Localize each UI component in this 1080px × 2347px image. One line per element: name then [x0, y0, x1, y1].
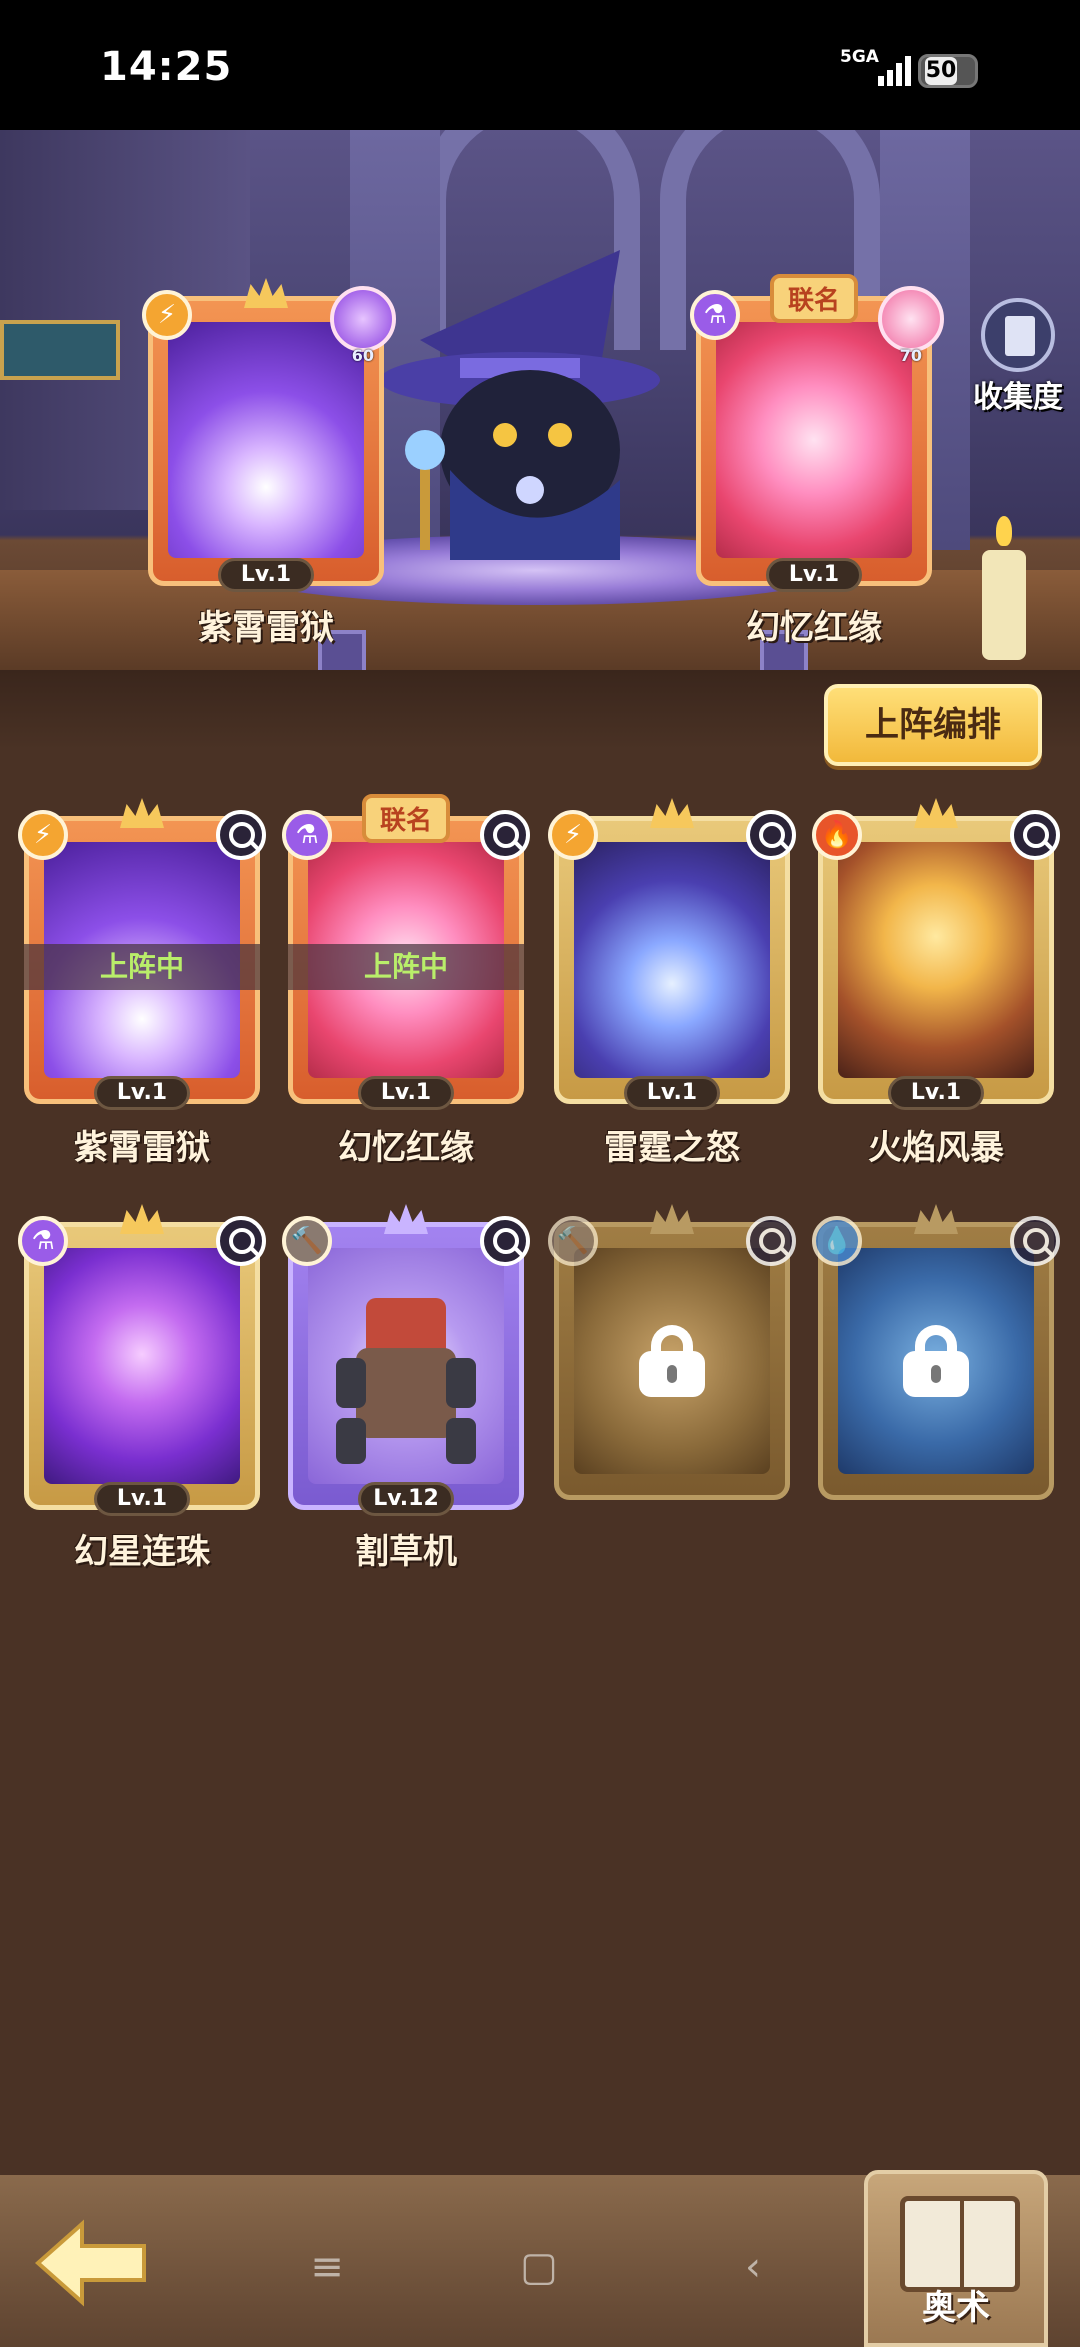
card-name: 雷霆之怒	[604, 1128, 740, 1168]
arcane-button[interactable]: 奥术	[864, 2170, 1048, 2347]
lightning-icon: ⚡	[18, 810, 68, 860]
magnifier-icon[interactable]	[1010, 1216, 1060, 1266]
hammer-icon: 🔨	[282, 1216, 332, 1266]
back-arrow-icon[interactable]	[32, 2218, 152, 2308]
card-slot-3[interactable]: ⚡ Lv.1	[548, 798, 796, 1110]
card-name: 紫霄雷狱	[74, 1128, 210, 1168]
card-slot-2[interactable]: 上阵中 联名 ⚗ Lv.1	[282, 794, 530, 1110]
card-level: Lv.1	[766, 558, 862, 592]
skill-badge	[330, 286, 396, 352]
hammer-icon: 🔨	[548, 1216, 598, 1266]
home-square-icon[interactable]: ▢	[514, 2242, 564, 2292]
collection-label: 收集度	[973, 380, 1063, 415]
wizard-cat	[380, 250, 660, 560]
card-slot-7-locked[interactable]: 🔨	[548, 1204, 796, 1500]
magnifier-icon[interactable]	[480, 1216, 530, 1266]
power-value: 70	[899, 346, 922, 365]
power-value: 60	[351, 346, 374, 365]
card-art-thunder-cloud	[574, 842, 770, 1078]
card-slot-1[interactable]: 上阵中 ⚡ Lv.1	[18, 798, 266, 1110]
equipped-name-2: 幻忆红缘	[746, 608, 882, 648]
card-level: Lv.1	[94, 1482, 190, 1516]
card-art-star-orbs	[44, 1248, 240, 1484]
collection-book-icon	[981, 298, 1055, 372]
lock-icon	[903, 1325, 969, 1397]
battery-level: 50	[925, 57, 957, 85]
card-level: Lv.12	[358, 1482, 454, 1516]
fire-icon: 🔥	[812, 810, 862, 860]
card-slot-4[interactable]: 🔥 Lv.1	[812, 798, 1060, 1110]
equipped-card-1[interactable]: ⚡ 60 Lv.1	[142, 278, 396, 592]
collab-tag: 联名	[769, 274, 859, 323]
water-drop-icon: 💧	[812, 1216, 862, 1266]
potion-icon: ⚗	[690, 290, 740, 340]
lawnmower-figure	[336, 1298, 476, 1464]
potion-icon: ⚗	[18, 1216, 68, 1266]
card-name: 火焰风暴	[868, 1128, 1004, 1168]
book-stack	[0, 320, 120, 380]
lock-icon	[639, 1325, 705, 1397]
clock: 14:25	[100, 44, 233, 90]
status-bar: 14:25 5GA 50	[0, 0, 1080, 130]
magnifier-icon[interactable]	[1010, 810, 1060, 860]
card-slot-8-locked[interactable]: 💧	[812, 1204, 1060, 1500]
card-level: Lv.1	[888, 1076, 984, 1110]
card-name: 割草机	[355, 1532, 457, 1572]
card-level: Lv.1	[94, 1076, 190, 1110]
spellbook-icon	[900, 2196, 1020, 2292]
menu-icon[interactable]: ≡	[302, 2242, 352, 2292]
card-art-lightning	[168, 322, 364, 558]
card-art-fox	[716, 322, 912, 558]
deployed-status: 上阵中	[24, 944, 260, 990]
equipped-card-2[interactable]: 联名 ⚗ 70 Lv.1	[690, 274, 944, 592]
card-level: Lv.1	[218, 558, 314, 592]
magnifier-icon[interactable]	[216, 810, 266, 860]
card-slot-5[interactable]: ⚗ Lv.1	[18, 1204, 266, 1516]
magnifier-icon[interactable]	[746, 1216, 796, 1266]
collab-tag: 联名	[361, 794, 451, 843]
card-name: 幻星连珠	[74, 1532, 210, 1572]
card-slot-6[interactable]: 🔨 Lv.12	[282, 1204, 530, 1516]
deployed-status: 上阵中	[288, 944, 524, 990]
battery-icon: 50	[918, 54, 978, 88]
card-level: Lv.1	[358, 1076, 454, 1110]
card-art-lawnmower	[308, 1248, 504, 1484]
lightning-icon: ⚡	[548, 810, 598, 860]
magnifier-icon[interactable]	[216, 1216, 266, 1266]
collection-button[interactable]: 收集度	[958, 298, 1078, 416]
arrange-lineup-button[interactable]: 上阵编排	[824, 684, 1042, 766]
lightning-icon: ⚡	[142, 290, 192, 340]
nav-back-icon[interactable]: ‹	[728, 2242, 778, 2292]
candle	[982, 516, 1026, 660]
skill-badge	[878, 286, 944, 352]
magnifier-icon[interactable]	[480, 810, 530, 860]
equipped-name-1: 紫霄雷狱	[198, 608, 334, 648]
card-art-tornado	[838, 842, 1034, 1078]
card-name: 幻忆红缘	[338, 1128, 474, 1168]
magnifier-icon[interactable]	[746, 810, 796, 860]
network-type: 5GA	[840, 47, 879, 67]
potion-icon: ⚗	[282, 810, 332, 860]
arcane-label: 奥术	[922, 2288, 990, 2328]
card-level: Lv.1	[624, 1076, 720, 1110]
